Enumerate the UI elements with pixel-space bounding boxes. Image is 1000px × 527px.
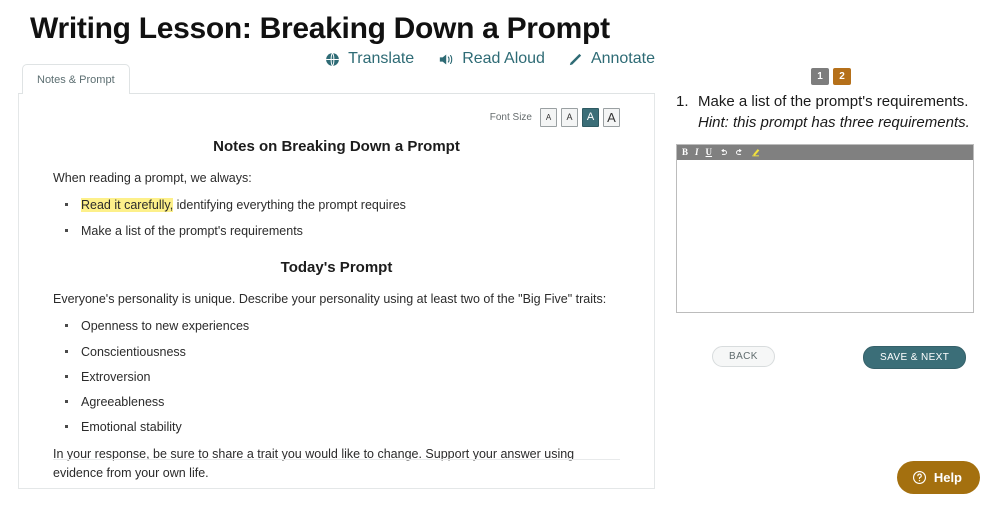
content-tools: Translate Read Aloud Annotate xyxy=(324,50,655,68)
font-size-option-3[interactable]: A xyxy=(582,107,599,127)
question-main-text: Make a list of the prompt's requirements… xyxy=(698,93,969,110)
question-badge-2[interactable]: 2 xyxy=(833,68,851,85)
notes-bullet-list: Read it carefully, identifying everythin… xyxy=(53,197,620,239)
question-panel: 1 2 1. Make a list of the prompt's requi… xyxy=(676,68,986,369)
redo-icon[interactable] xyxy=(735,148,744,157)
highlighter-icon[interactable] xyxy=(751,147,761,157)
bold-icon[interactable]: B xyxy=(682,147,688,157)
question-number: 1. xyxy=(676,93,689,110)
globe-icon xyxy=(324,51,341,68)
prompt-intro: Everyone's personality is unique. Descri… xyxy=(53,291,607,306)
prompt-heading: Today's Prompt xyxy=(280,258,393,276)
read-aloud-button[interactable]: Read Aloud xyxy=(436,50,545,68)
notes-body: Font Size A A A A Notes on Breaking Down… xyxy=(18,94,655,489)
list-item: Read it carefully, identifying everythin… xyxy=(53,197,620,213)
notes-heading: Notes on Breaking Down a Prompt xyxy=(213,138,460,155)
list-item: Conscientiousness xyxy=(53,344,620,360)
page-title: Writing Lesson: Breaking Down a Prompt xyxy=(30,12,610,45)
question-circle-icon xyxy=(912,470,927,485)
tab-label: Notes & Prompt xyxy=(37,73,115,86)
underline-icon[interactable]: U xyxy=(706,147,713,157)
read-aloud-label: Read Aloud xyxy=(462,50,545,67)
translate-label: Translate xyxy=(348,50,415,67)
font-size-option-2[interactable]: A xyxy=(561,107,578,127)
list-item: Openness to new experiences xyxy=(53,318,620,334)
list-item: Agreeableness xyxy=(53,394,620,410)
navigation-buttons: BACK SAVE & NEXT xyxy=(676,345,986,369)
question-body: Make a list of the prompt's requirements… xyxy=(698,91,986,134)
notes-panel: Notes & Prompt Translate Read Aloud Anno… xyxy=(18,50,655,490)
list-item: Extroversion xyxy=(53,369,620,385)
font-size-option-1[interactable]: A xyxy=(540,107,557,127)
save-and-next-button[interactable]: SAVE & NEXT xyxy=(863,345,967,369)
annotate-label: Annotate xyxy=(590,50,655,67)
speaker-icon xyxy=(436,51,455,68)
tab-notes-and-prompt[interactable]: Notes & Prompt xyxy=(22,64,130,95)
prompt-closing: In your response, be sure to share a tra… xyxy=(53,446,575,480)
editor-toolbar: B I U xyxy=(677,144,973,160)
question-hint: Hint: this prompt has three requirements… xyxy=(698,114,970,132)
trait-list: Openness to new experiences Conscientiou… xyxy=(53,318,620,435)
tabstrip: Notes & Prompt Translate Read Aloud Anno… xyxy=(18,50,655,95)
bullet-1-rest: identifying everything the prompt requir… xyxy=(173,198,406,213)
help-button[interactable]: Help xyxy=(896,461,980,494)
question-badge-1[interactable]: 1 xyxy=(811,68,829,85)
answer-editor: B I U xyxy=(676,143,974,313)
question-text: 1. Make a list of the prompt's requireme… xyxy=(676,91,986,134)
undo-icon[interactable] xyxy=(719,148,728,157)
list-item: Emotional stability xyxy=(53,419,620,435)
question-pagination: 1 2 xyxy=(676,68,986,85)
back-button[interactable]: BACK xyxy=(712,345,775,367)
help-label: Help xyxy=(933,470,962,485)
highlighted-text: Read it carefully, xyxy=(81,198,174,213)
font-size-label: Font Size xyxy=(489,111,532,123)
annotate-button[interactable]: Annotate xyxy=(567,50,655,68)
answer-textarea[interactable] xyxy=(677,159,973,312)
content-divider xyxy=(53,459,620,460)
translate-button[interactable]: Translate xyxy=(324,50,414,68)
font-size-option-4[interactable]: A xyxy=(603,107,620,127)
notes-intro: When reading a prompt, we always: xyxy=(53,171,252,185)
lesson-page: Writing Lesson: Breaking Down a Prompt N… xyxy=(0,0,1000,527)
list-item: Make a list of the prompt's requirements xyxy=(53,223,620,239)
pencil-icon xyxy=(567,51,584,68)
font-size-control: Font Size A A A A xyxy=(53,104,620,130)
italic-icon[interactable]: I xyxy=(695,147,699,157)
